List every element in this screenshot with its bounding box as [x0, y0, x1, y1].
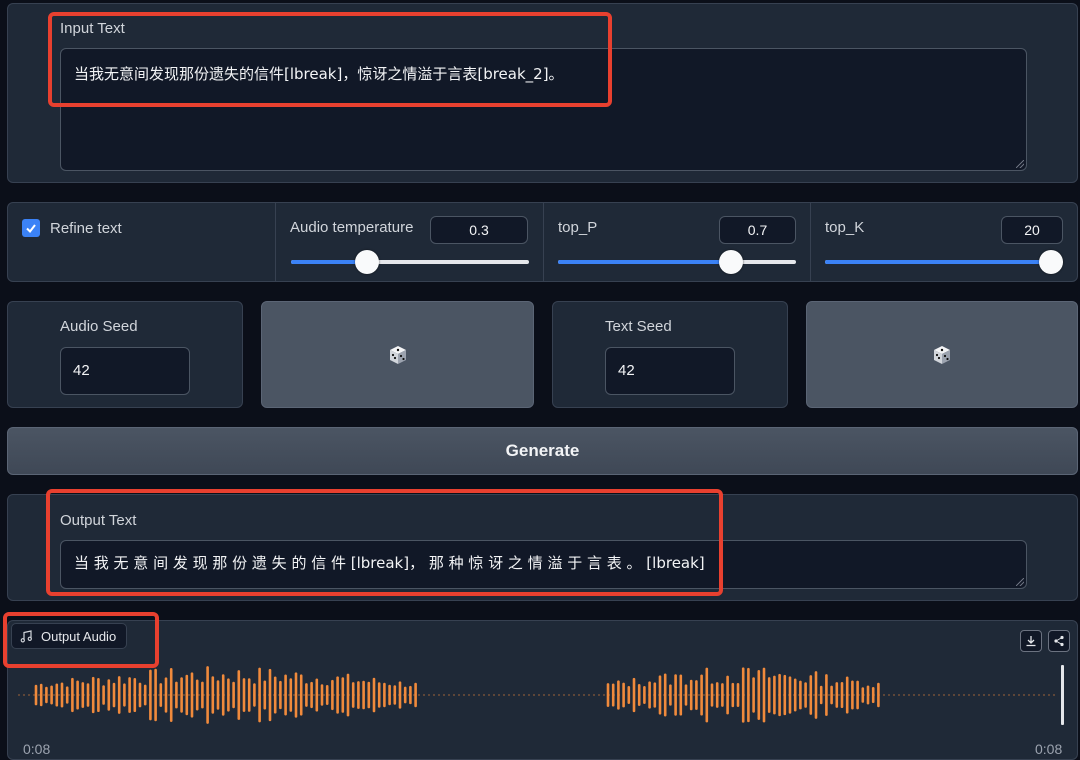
audio-waveform[interactable] [18, 663, 1068, 727]
audio-seed-panel: Audio Seed 42 [7, 301, 243, 408]
download-button[interactable] [1020, 630, 1042, 652]
slider-thumb[interactable] [718, 250, 743, 274]
top-p-input[interactable]: 0.7 [719, 216, 796, 244]
text-seed-label: Text Seed [605, 318, 672, 335]
top-k-input[interactable]: 20 [1001, 216, 1063, 244]
dice-icon [934, 345, 950, 364]
audio-seed-dice-button[interactable] [261, 301, 534, 408]
generate-button-label: Generate [505, 441, 580, 460]
output-text-value: 当 我 无 意 间 发 现 那 份 遗 失 的 信 件 [lbreak]， 那 … [74, 554, 705, 572]
input-text-label: Input Text [60, 20, 125, 37]
generate-button[interactable]: Generate [7, 427, 1078, 475]
text-seed-dice-button[interactable] [806, 301, 1078, 408]
share-icon [1054, 635, 1064, 647]
output-audio-panel: Output Audio 0:08 0:08 [7, 620, 1078, 760]
text-seed-input[interactable]: 42 [605, 347, 735, 395]
audio-temperature-input[interactable]: 0.3 [430, 216, 528, 244]
audio-seed-input[interactable]: 42 [60, 347, 190, 395]
slider-fill [825, 260, 1052, 264]
text-seed-panel: Text Seed 42 [552, 301, 788, 408]
refine-text-checkbox-group[interactable]: Refine text [22, 219, 122, 237]
resize-grip-icon[interactable] [1016, 578, 1024, 586]
top-k-label: top_K [825, 219, 865, 236]
output-text-panel: Output Text 当 我 无 意 间 发 现 那 份 遗 失 的 信 件 … [7, 494, 1078, 601]
dice-icon [389, 345, 406, 364]
audio-seed-label: Audio Seed [60, 318, 138, 335]
time-end: 0:08 [1035, 741, 1063, 757]
share-button[interactable] [1048, 630, 1070, 652]
playhead[interactable] [1061, 665, 1064, 725]
divider [543, 203, 544, 281]
slider-fill [558, 260, 731, 264]
resize-grip-icon[interactable] [1016, 160, 1024, 168]
time-start: 0:08 [23, 741, 51, 757]
output-text-area[interactable]: 当 我 无 意 间 发 现 那 份 遗 失 的 信 件 [lbreak]， 那 … [60, 540, 1027, 589]
checkmark-icon [26, 224, 36, 234]
input-text-area[interactable]: 当我无意间发现那份遗失的信件[lbreak]，惊讶之情溢于言表[break_2]… [60, 48, 1027, 171]
top-k-slider[interactable] [825, 250, 1064, 274]
controls-panel: Refine text Audio temperature 0.3 top_P … [7, 202, 1078, 282]
audio-temperature-slider[interactable] [291, 250, 529, 274]
slider-thumb[interactable] [1039, 250, 1064, 274]
audio-temperature-label: Audio temperature [290, 219, 414, 236]
slider-thumb[interactable] [355, 250, 380, 274]
top-p-slider[interactable] [558, 250, 796, 274]
refine-text-label: Refine text [50, 219, 122, 237]
top-p-label: top_P [558, 219, 598, 236]
divider [810, 203, 811, 281]
divider [275, 203, 276, 281]
input-text-value: 当我无意间发现那份遗失的信件[lbreak]，惊讶之情溢于言表[break_2]… [74, 65, 564, 83]
music-note-icon [20, 629, 32, 642]
refine-text-checkbox[interactable] [22, 219, 40, 237]
download-icon [1026, 636, 1036, 647]
output-audio-label: Output Audio [41, 628, 117, 644]
output-text-label: Output Text [60, 512, 137, 529]
output-audio-tag: Output Audio [11, 623, 128, 649]
input-text-panel: Input Text 当我无意间发现那份遗失的信件[lbreak]，惊讶之情溢于… [7, 3, 1078, 183]
